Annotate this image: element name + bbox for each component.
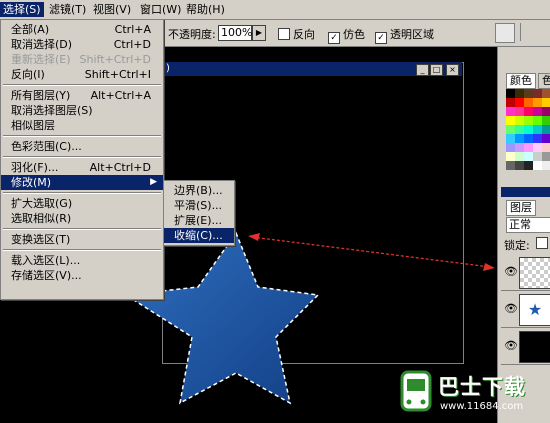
layer-row[interactable]: 👁 ★ xyxy=(501,291,550,328)
opacity-input[interactable]: 100% xyxy=(218,25,252,41)
menu-bar: 选择(S) 滤镜(T) 视图(V) 窗口(W) 帮助(H) xyxy=(0,0,550,20)
background-layer-thumbnail xyxy=(519,331,550,363)
submenu-arrow-icon: ▶ xyxy=(150,177,157,187)
menu-separator xyxy=(3,84,161,86)
options-end-divider xyxy=(520,23,550,41)
menu-item-transform-selection[interactable]: 变换选区(T) xyxy=(1,232,163,247)
bus-logo-icon xyxy=(400,370,432,412)
menu-item-deselect-layers[interactable]: 取消选择图层(S) xyxy=(1,103,163,118)
menu-item-feather[interactable]: 羽化(F)... Alt+Ctrl+D xyxy=(1,160,163,175)
menu-item-all[interactable]: 全部(A) Ctrl+A xyxy=(1,22,163,37)
opacity-arrow-button[interactable]: ▶ xyxy=(252,25,266,41)
options-bar: 不透明度: 100% ▶ 反向 ✓ 仿色 ✓ 透明区域 xyxy=(160,20,550,47)
menu-item-load-selection[interactable]: 载入选区(L)... xyxy=(1,253,163,268)
menu-separator xyxy=(3,249,161,251)
submenu-item-expand[interactable]: 扩展(E)... xyxy=(164,213,234,228)
lock-label: 锁定: xyxy=(504,239,530,252)
menu-separator xyxy=(3,228,161,230)
menu-item-color-range[interactable]: 色彩范围(C)... xyxy=(1,139,163,154)
transparency-checkbox[interactable]: ✓ 透明区域 xyxy=(375,26,434,44)
eye-icon[interactable]: 👁 xyxy=(504,339,518,352)
menu-item-save-selection[interactable]: 存储选区(V)... xyxy=(1,268,163,283)
menu-item-similar[interactable]: 选取相似(R) xyxy=(1,211,163,226)
menu-filter[interactable]: 滤镜(T) xyxy=(46,2,89,17)
select-menu: 全部(A) Ctrl+A 取消选择(D) Ctrl+D 重新选择(E) Shift+C… xyxy=(0,19,164,300)
watermark-url: www.11684.com xyxy=(440,401,524,412)
transparency-label: 透明区域 xyxy=(390,28,434,41)
menu-item-inverse[interactable]: 反向(I) Shift+Ctrl+I xyxy=(1,67,163,82)
menu-select[interactable]: 选择(S) xyxy=(0,2,44,17)
tab-layers[interactable]: 图层 xyxy=(506,200,536,216)
swatch-grid[interactable] xyxy=(506,89,550,187)
watermark-brand: 巴士下载 xyxy=(438,375,526,399)
opacity-label: 不透明度: xyxy=(168,28,216,41)
menu-help[interactable]: 帮助(H) xyxy=(183,2,228,17)
layers-panel-titlebar[interactable] xyxy=(501,187,550,197)
menu-view[interactable]: 视图(V) xyxy=(90,2,134,17)
dither-label: 仿色 xyxy=(343,28,365,41)
document-title-bar[interactable]: ) _ □ × xyxy=(162,62,462,76)
menu-window[interactable]: 窗口(W) xyxy=(137,2,184,17)
reverse-check-box[interactable] xyxy=(278,28,290,40)
eye-icon[interactable]: 👁 xyxy=(504,302,518,315)
annotation-arrow xyxy=(248,233,495,271)
transparency-check-box[interactable]: ✓ xyxy=(375,32,387,44)
menu-separator xyxy=(3,156,161,158)
reverse-label: 反向 xyxy=(293,28,315,41)
modify-submenu: 边界(B)... 平滑(S)... 扩展(E)... 收缩(C)... xyxy=(163,180,235,246)
eye-icon[interactable]: 👁 xyxy=(504,265,518,278)
menu-item-grow[interactable]: 扩大选取(G) xyxy=(1,196,163,211)
tab-color[interactable]: 颜色 xyxy=(506,73,536,89)
menu-separator xyxy=(3,192,161,194)
submenu-item-border[interactable]: 边界(B)... xyxy=(164,183,234,198)
menu-item-modify[interactable]: 修改(M) ▶ xyxy=(1,175,163,190)
maximize-icon[interactable]: □ xyxy=(430,64,443,76)
menu-item-similar-layers[interactable]: 相似图层 xyxy=(1,118,163,133)
reverse-checkbox[interactable]: 反向 xyxy=(278,26,315,42)
blend-mode-select[interactable]: 正常 xyxy=(506,217,550,233)
watermark: 巴士下载 www.11684.com xyxy=(398,365,550,423)
dither-check-box[interactable]: ✓ xyxy=(328,32,340,44)
dither-checkbox[interactable]: ✓ 仿色 xyxy=(328,26,365,44)
menu-item-deselect[interactable]: 取消选择(D) Ctrl+D xyxy=(1,37,163,52)
menu-separator xyxy=(3,135,161,137)
layer-thumbnail xyxy=(519,257,550,289)
menu-item-all-layers[interactable]: 所有图层(Y) Alt+Ctrl+A xyxy=(1,88,163,103)
menu-item-reselect[interactable]: 重新选择(E) Shift+Ctrl+D xyxy=(1,52,163,67)
lock-transparency-icon[interactable] xyxy=(536,237,548,249)
submenu-item-contract[interactable]: 收缩(C)... xyxy=(164,228,234,243)
palette-icon[interactable] xyxy=(495,23,515,43)
minimize-icon[interactable]: _ xyxy=(416,64,429,76)
star-layer-thumbnail: ★ xyxy=(519,294,550,326)
submenu-item-smooth[interactable]: 平滑(S)... xyxy=(164,198,234,213)
layer-row[interactable]: 👁 xyxy=(501,328,550,365)
layer-row[interactable]: 👁 xyxy=(501,254,550,291)
close-icon[interactable]: × xyxy=(446,64,459,76)
tab-swatches[interactable]: 色 xyxy=(538,73,550,89)
